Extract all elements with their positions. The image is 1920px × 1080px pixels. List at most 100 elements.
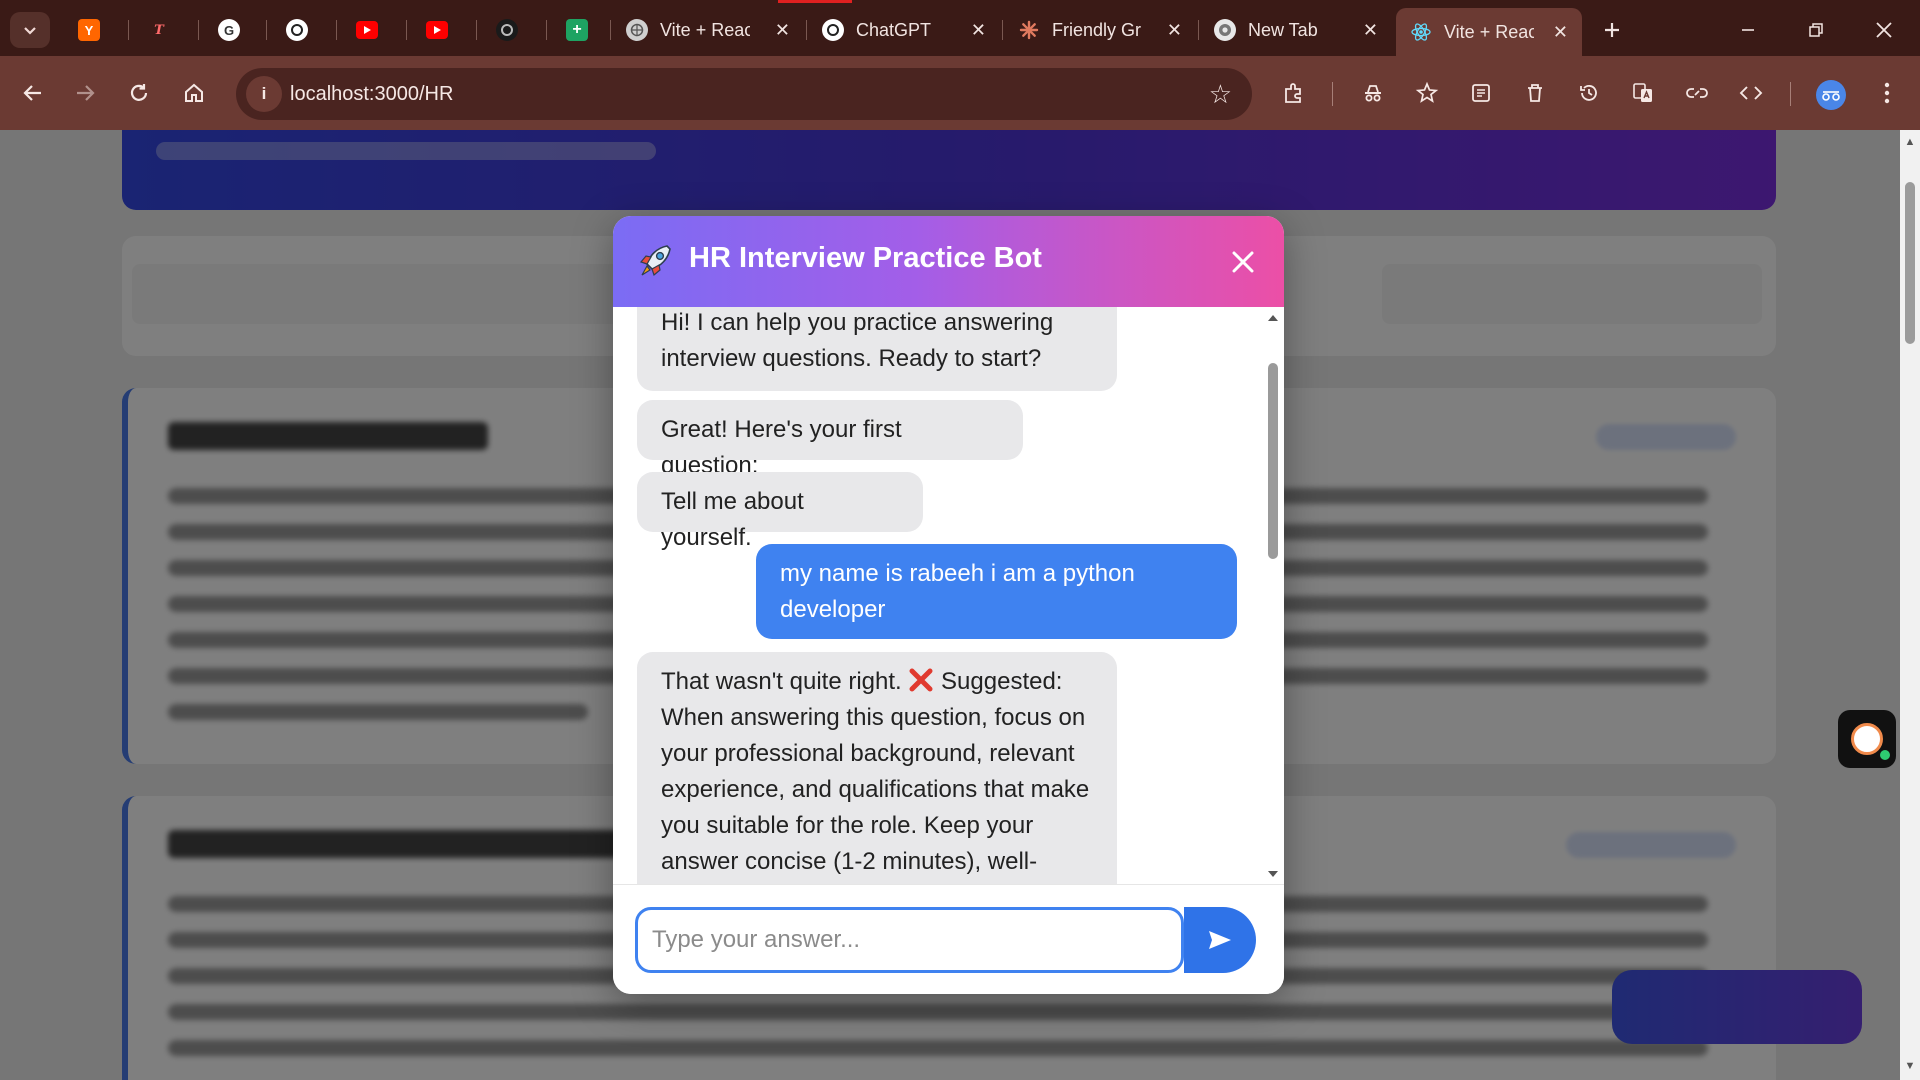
tab-divider — [336, 20, 337, 40]
close-window-button[interactable] — [1864, 12, 1904, 48]
send-button[interactable] — [1184, 907, 1256, 973]
page-scrollbar[interactable]: ▲ ▼ — [1900, 130, 1920, 1080]
tab-divider — [266, 20, 267, 40]
reload-button[interactable] — [120, 74, 158, 112]
incognito-icon — [1365, 85, 1381, 102]
tab-divider — [546, 20, 547, 40]
reading-list-button[interactable] — [1462, 74, 1500, 112]
favorites-extension[interactable] — [1408, 74, 1446, 112]
openai-icon — [496, 19, 518, 41]
tab-t[interactable]: T — [134, 10, 190, 50]
chat-messages[interactable]: Hi! I can help you practice answering in… — [613, 307, 1284, 884]
history-button[interactable] — [1570, 74, 1608, 112]
send-arrow-icon — [1209, 931, 1231, 949]
minimize-icon — [1742, 29, 1754, 31]
tab-vite-react[interactable]: Vite + React ✕ — [612, 10, 804, 50]
tab-search-button[interactable] — [10, 12, 50, 48]
bookmark-star-icon[interactable]: ☆ — [1209, 79, 1232, 110]
youtube-icon — [426, 21, 448, 39]
assistant-avatar-icon — [1851, 723, 1883, 755]
toolbar-divider — [1332, 82, 1333, 106]
chat-scrollbar-thumb[interactable] — [1268, 363, 1278, 559]
trash-icon — [1528, 84, 1542, 102]
scroll-up-arrow-icon[interactable]: ▲ — [1904, 136, 1916, 148]
bot-message: That wasn't quite right. Suggested: When… — [637, 652, 1117, 884]
extensions-button[interactable] — [1275, 74, 1313, 112]
address-bar[interactable]: i localhost:3000/HR ☆ — [236, 68, 1252, 120]
new-tab-button[interactable] — [1596, 14, 1628, 46]
copy-link-button[interactable] — [1678, 74, 1716, 112]
bot-message: Tell me about yourself. — [637, 472, 923, 551]
tab-sheets[interactable]: + — [552, 10, 608, 50]
close-tab-icon[interactable]: ✕ — [1167, 20, 1182, 41]
chrome-icon — [1214, 19, 1236, 41]
tab-title: Vite + React — [1444, 21, 1534, 42]
delete-button[interactable] — [1516, 74, 1554, 112]
browser-toolbar: i localhost:3000/HR ☆ — [0, 56, 1920, 130]
tab-openai[interactable] — [272, 10, 328, 50]
scroll-down-arrow-icon[interactable] — [1267, 869, 1279, 879]
tab-youtube[interactable] — [342, 10, 398, 50]
translate-button[interactable] — [1624, 74, 1662, 112]
restore-button[interactable] — [1796, 12, 1836, 48]
incognito-profile-icon — [1822, 91, 1840, 101]
close-tab-icon[interactable]: ✕ — [775, 20, 790, 41]
translate-icon — [1633, 83, 1652, 102]
youtube-icon — [356, 21, 378, 39]
tab-google[interactable]: G — [204, 10, 260, 50]
claude-icon — [1018, 19, 1040, 41]
forward-button[interactable] — [66, 74, 104, 112]
close-tab-icon[interactable]: ✕ — [1553, 22, 1568, 43]
online-status-dot — [1880, 750, 1890, 760]
tab-youtube-2[interactable] — [412, 10, 468, 50]
tab-new-tab[interactable]: New Tab ✕ — [1200, 10, 1392, 50]
address-url[interactable]: localhost:3000/HR — [290, 83, 453, 106]
browser-menu-button[interactable] — [1868, 74, 1906, 112]
close-modal-button[interactable] — [1225, 244, 1261, 280]
reading-list-icon — [1472, 84, 1490, 102]
chat-scrollbar[interactable] — [1265, 307, 1281, 884]
hr-bot-modal: HR Interview Practice Bot Hi! I can help… — [613, 216, 1284, 994]
profile-avatar[interactable] — [1816, 80, 1846, 110]
toolbar-divider — [1790, 82, 1791, 106]
tab-divider — [128, 20, 129, 40]
react-icon — [1410, 21, 1432, 43]
scroll-down-arrow-icon[interactable]: ▼ — [1904, 1060, 1916, 1072]
bot-message-text: Tell me about yourself. — [661, 488, 804, 551]
tab-openai-2[interactable] — [482, 10, 538, 50]
y-icon: Y — [78, 19, 100, 41]
devtools-button[interactable] — [1732, 74, 1770, 112]
bot-message-text: Hi! I can help you practice answering in… — [661, 309, 1054, 372]
arrow-right-icon — [77, 85, 95, 101]
tab-title: ChatGPT — [856, 19, 932, 40]
tab-divider — [406, 20, 407, 40]
close-tab-icon[interactable]: ✕ — [971, 20, 986, 41]
star-list-icon — [1415, 81, 1439, 103]
site-info-icon[interactable]: i — [246, 76, 282, 112]
scroll-up-arrow-icon[interactable] — [1267, 313, 1279, 323]
tab-vite-react-active[interactable]: Vite + React ✕ — [1396, 8, 1582, 56]
globe-icon — [626, 19, 648, 41]
incognito-extension[interactable] — [1354, 74, 1392, 112]
back-button[interactable] — [14, 74, 52, 112]
openai-icon — [822, 19, 844, 41]
assistant-widget[interactable] — [1838, 710, 1896, 768]
tab-strip: Y T G + Vite + React ✕ ChatGPT ✕ Friendl… — [0, 0, 1920, 56]
minimize-button[interactable] — [1728, 12, 1768, 48]
home-button[interactable] — [175, 74, 213, 112]
tab-divider — [1002, 20, 1003, 40]
t-icon: T — [154, 22, 164, 38]
tab-title: New Tab — [1248, 19, 1318, 40]
tab-friendly[interactable]: Friendly Gr ✕ — [1004, 10, 1196, 50]
tab-y[interactable]: Y — [64, 10, 120, 50]
tab-chatgpt[interactable]: ChatGPT ✕ — [808, 10, 1000, 50]
user-message: my name is rabeeh i am a python develope… — [756, 544, 1237, 639]
sheets-icon: + — [566, 19, 588, 41]
tab-title: Vite + React — [660, 19, 750, 40]
page-scrollbar-thumb[interactable] — [1905, 182, 1915, 344]
close-tab-icon[interactable]: ✕ — [1363, 20, 1378, 41]
answer-input[interactable] — [635, 907, 1184, 973]
history-icon — [1580, 85, 1597, 101]
bot-message: Hi! I can help you practice answering in… — [637, 307, 1117, 391]
reload-icon — [130, 84, 148, 101]
